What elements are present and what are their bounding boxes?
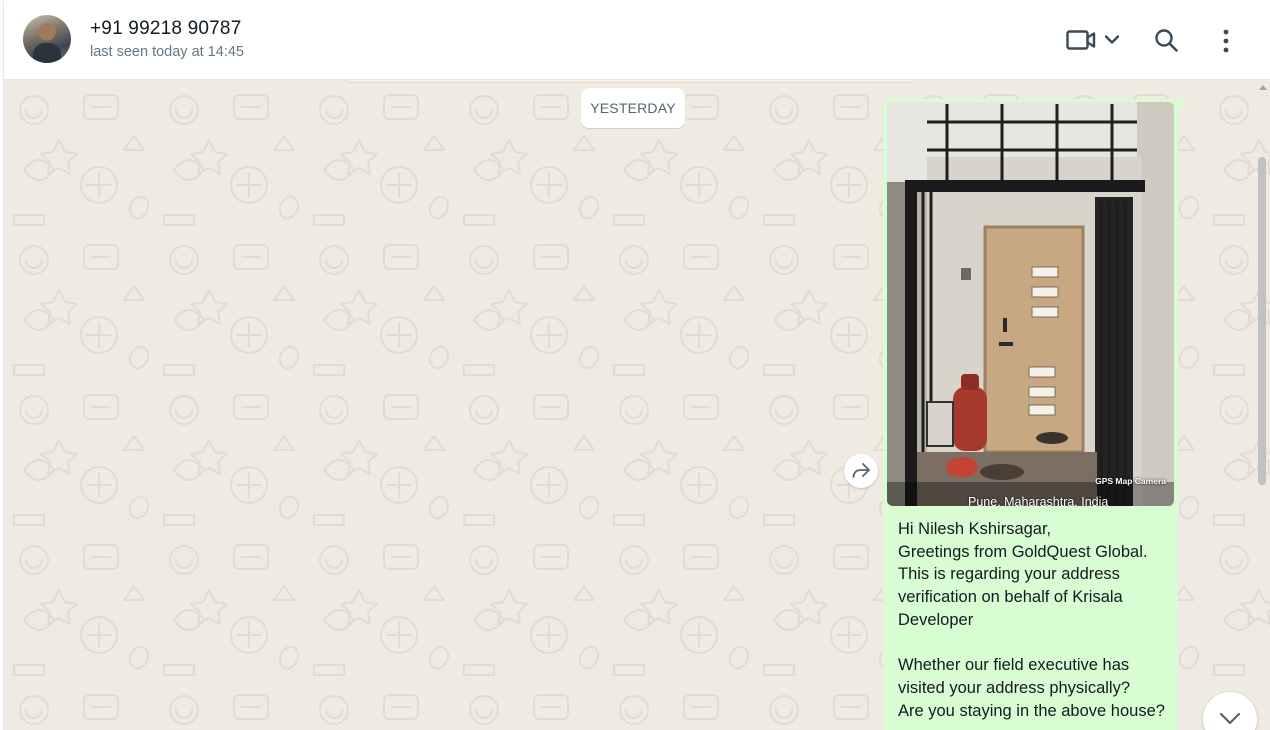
door-photo-image — [887, 102, 1174, 506]
contact-name[interactable]: +91 99218 90787 — [90, 18, 241, 40]
menu-icon — [1223, 29, 1229, 53]
scroll-up-arrow-icon — [1259, 85, 1267, 90]
video-call-button[interactable] — [1066, 29, 1122, 53]
forward-icon — [852, 463, 870, 478]
date-separator: YESTERDAY — [581, 88, 685, 128]
search-button[interactable] — [1154, 28, 1180, 54]
chevron-down-icon — [1219, 712, 1241, 725]
chevron-down-icon — [1104, 35, 1120, 44]
previous-message-edge — [344, 80, 916, 82]
last-seen-status: last seen today at 14:45 — [90, 44, 244, 60]
chat-header: +91 99218 90787 last seen today at 14:45 — [4, 1, 1270, 80]
chat-scrollbar[interactable] — [1256, 80, 1270, 730]
chat-window: +91 99218 90787 last seen today at 14:45 — [3, 1, 1270, 730]
outgoing-message-bubble[interactable]: GPS Map Camera Pune, Maharashtra, India … — [883, 99, 1178, 730]
photo-location-caption: Pune, Maharashtra, India — [968, 495, 1109, 506]
menu-button[interactable] — [1214, 28, 1238, 54]
photo-stamp: GPS Map Camera — [1095, 476, 1166, 486]
scrollbar-thumb[interactable] — [1258, 157, 1266, 485]
chat-area: YESTERDAY GPS Map Camera Pune, Maharasht… — [4, 80, 1270, 730]
contact-avatar[interactable] — [23, 15, 71, 63]
bubble-tail — [1177, 99, 1189, 111]
search-icon — [1155, 29, 1178, 52]
message-photo[interactable]: GPS Map Camera Pune, Maharashtra, India — [887, 102, 1174, 506]
forward-button[interactable] — [844, 454, 878, 488]
video-call-icon — [1066, 30, 1120, 50]
avatar-figure — [33, 43, 61, 63]
message-text: Hi Nilesh Kshirsagar, Greetings from Gol… — [898, 520, 1165, 720]
